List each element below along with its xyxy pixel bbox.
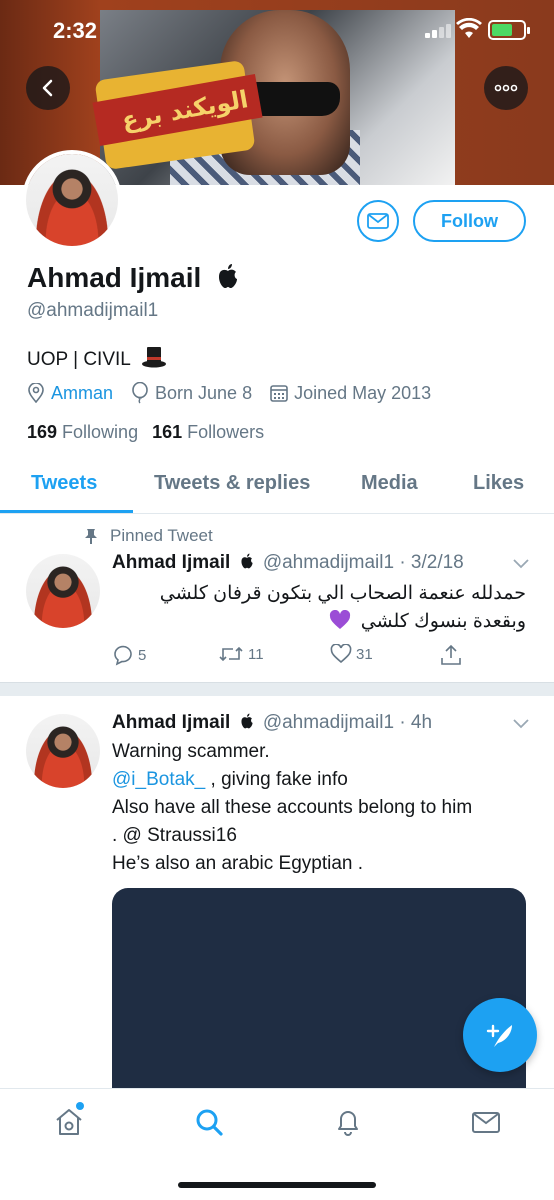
profile-name-text: Ahmad Ijmail [27,262,202,293]
chevron-left-icon [42,79,53,97]
birthday-text: Born June 8 [155,382,253,403]
joined-text: Joined May 2013 [294,382,432,403]
reply-icon [114,645,132,666]
birthday-item: Born June 8 [131,382,252,404]
avatar-image [26,714,100,788]
tweet-avatar[interactable] [26,714,100,788]
compose-feather-icon [486,1024,512,1047]
apple-logo-icon [219,264,238,288]
pinned-indicator: Pinned Tweet [82,526,213,546]
reply-action[interactable]: 5 [112,644,146,666]
mention-link[interactable]: @i_Botak_ [112,769,205,790]
tweet-header: Ahmad Ijmail @ahmadijmail1 · 4h [112,712,432,734]
top-hat-emoji-icon [142,347,167,368]
like-count: 31 [356,645,373,663]
tweet-text-line: حمدلله عنعمة الصحاب الي بتكون قرفان كلشي [159,583,526,604]
mail-icon [367,213,389,229]
tweet-text-fragment: , giving fake info [205,769,348,790]
location-link[interactable]: Amman [51,383,113,404]
back-button[interactable] [26,66,70,110]
tweet-avatar[interactable] [26,554,100,628]
active-tab-indicator [0,510,133,513]
profile-tabs: Tweets Tweets & replies Media Likes [0,460,554,514]
tweet-handle-time: @ahmadijmail1 · 4h [262,712,433,733]
more-dots-icon [494,84,518,92]
profile-meta: Amman Born June 8 Joined May 2013 [27,382,449,404]
location-item: Amman [27,383,113,404]
tweet-text-line: Warning scammer. [112,741,270,762]
followers-count: 161 [152,422,183,442]
home-indicator-bar [178,1182,376,1188]
following-count-link[interactable]: 169 Following [27,422,138,443]
tweet-author-name: Ahmad Ijmail [112,552,231,573]
avatar-image [26,554,100,628]
purple-heart-emoji-icon [330,609,351,629]
follow-button[interactable]: Follow [413,200,526,242]
battery-icon [488,20,530,40]
followers-count-link[interactable]: 161 Followers [152,422,264,443]
tweet-text-line: @i_Botak_ , giving fake info [112,766,532,794]
retweet-action[interactable]: 11 [218,644,264,664]
tweet-text-line: He’s also an arabic Egyptian . [112,853,364,874]
like-action[interactable]: 31 [330,644,373,664]
tweet-text-line-2-text: وبقعدة بنسوك كلشي [360,611,526,632]
tweet-author-name: Ahmad Ijmail [112,712,231,733]
apple-logo-icon [240,713,253,729]
status-time: 2:32 [53,18,98,43]
tweet-text-line-2: وبقعدة بنسوك كلشي [112,608,526,636]
balloon-icon [132,382,148,404]
profile-bio: UOP | CIVIL [27,346,167,371]
share-icon [441,644,461,665]
reply-count: 5 [138,646,147,664]
following-count: 169 [27,422,58,442]
avatar-image [26,154,118,246]
location-pin-icon [28,383,44,403]
followers-label: Followers [187,422,265,442]
new-notification-dot [76,1102,84,1110]
tweet-text-line: . @ Straussi16 [112,825,237,846]
profile-name: Ahmad Ijmail [27,262,239,294]
following-label: Following [62,422,139,442]
pin-icon [85,529,97,544]
compose-tweet-button[interactable] [463,998,537,1072]
tab-tweets[interactable]: Tweets [31,472,97,495]
tab-likes[interactable]: Likes [473,472,524,495]
more-options-button[interactable] [484,66,528,110]
section-divider [0,682,554,696]
tweet-media-image[interactable] [112,888,526,1108]
home-icon[interactable] [54,1107,84,1137]
profile-avatar[interactable] [22,150,122,250]
tab-tweets-and-replies[interactable]: Tweets & replies [154,472,310,495]
tweet-header: Ahmad Ijmail @ahmadijmail1 · 3/2/18 [112,552,464,574]
retweet-count: 11 [248,645,264,663]
profile-bio-text: UOP | CIVIL [27,349,131,370]
pinned-label: Pinned Tweet [110,526,213,545]
follow-counts: 169 Following 161 Followers [27,422,278,443]
tweet-handle-time: @ahmadijmail1 · 3/2/18 [262,552,464,573]
retweet-icon [219,646,243,662]
cellular-signal-icon [425,22,455,38]
chevron-down-icon[interactable] [512,558,530,570]
messages-mail-icon[interactable] [471,1107,501,1137]
joined-item: Joined May 2013 [270,383,431,404]
notifications-bell-icon[interactable] [333,1107,363,1137]
tweet-text: Warning scammer. @i_Botak_ , giving fake… [112,738,532,878]
calendar-icon [270,385,288,402]
heart-icon [330,644,352,664]
tab-media[interactable]: Media [361,472,418,495]
message-button[interactable] [357,200,399,242]
tweet-item[interactable]: Pinned Tweet Ahmad Ijmail @ahmadijmail1 … [0,514,554,682]
tweet-actions: 5 11 31 [112,644,472,670]
apple-logo-icon [240,553,253,569]
search-icon[interactable] [194,1107,224,1137]
status-bar: 2:32 [0,0,554,60]
chevron-down-icon[interactable] [512,718,530,730]
wifi-icon [456,18,482,38]
tweet-text: حمدلله عنعمة الصحاب الي بتكون قرفان كلشي… [112,580,526,636]
tweet-text-line: Also have all these accounts belong to h… [112,797,473,818]
share-action[interactable] [440,644,466,666]
profile-handle: @ahmadijmail1 [27,300,159,321]
